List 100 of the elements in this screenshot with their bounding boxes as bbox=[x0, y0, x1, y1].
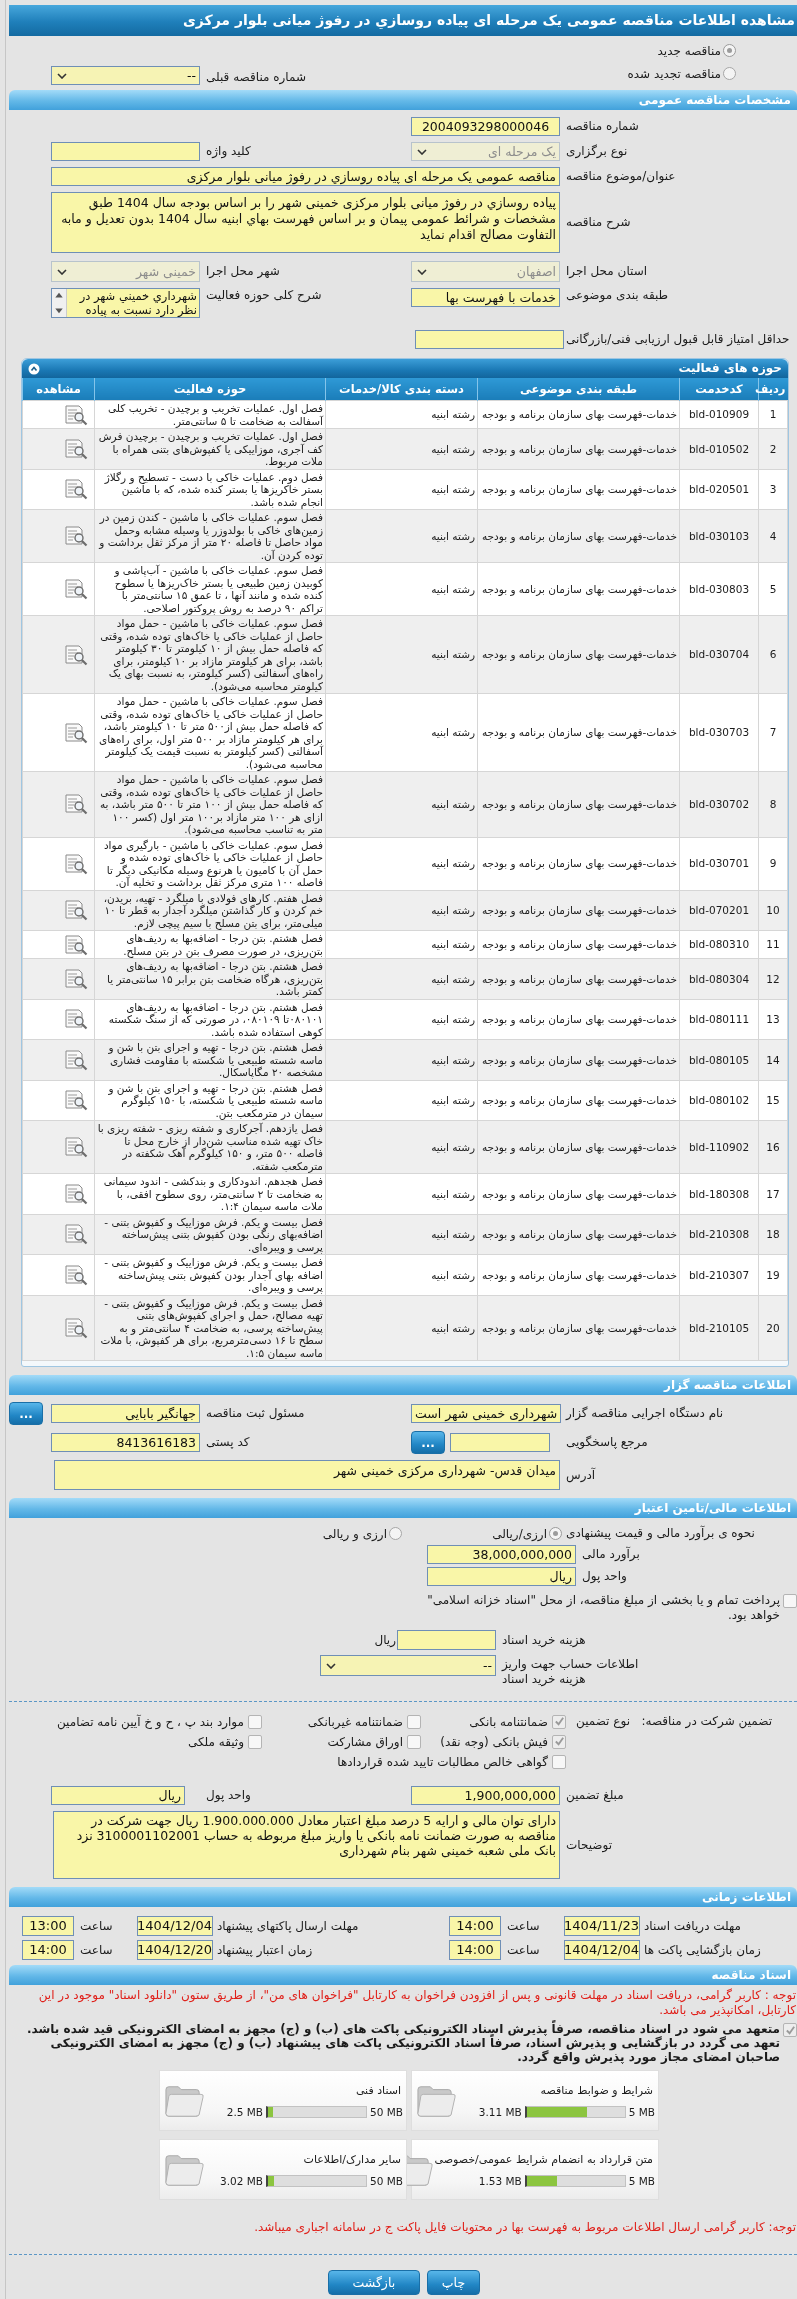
table-cell: bld-030103 bbox=[679, 509, 759, 563]
time-field[interactable]: 14:00 bbox=[449, 1940, 501, 1960]
table-cell: رشته ابنیه bbox=[325, 1173, 478, 1214]
checkbox[interactable] bbox=[552, 1734, 566, 1749]
input-field[interactable]: جهانگیر بابایی bbox=[51, 1404, 200, 1423]
input-field[interactable]: ریال bbox=[51, 1786, 185, 1805]
checkbox[interactable] bbox=[407, 1734, 421, 1749]
radio-button[interactable] bbox=[389, 1527, 402, 1540]
radio-button[interactable] bbox=[723, 44, 736, 57]
checkbox[interactable] bbox=[783, 2023, 797, 2037]
file-size: 1.53 MB bbox=[478, 2174, 522, 2187]
checkbox[interactable] bbox=[248, 1714, 262, 1729]
input-field[interactable] bbox=[415, 330, 564, 349]
table-cell: خدمات-فهرست بهای سازمان برنامه و بودجه bbox=[477, 615, 680, 694]
input-field[interactable]: 8413616183 bbox=[51, 1433, 200, 1452]
date-field[interactable]: 1404/12/20 bbox=[137, 1940, 213, 1960]
table-cell: 16 bbox=[758, 1120, 788, 1174]
field-label: مبلغ تضمین bbox=[565, 1788, 625, 1803]
document-magnifier-icon[interactable] bbox=[64, 1263, 88, 1286]
dropdown[interactable]: -- bbox=[320, 1655, 496, 1676]
input-field[interactable]: مناقصه عمومی یک مرحله ای پیاده روسازي در رفوژ میانی بلوار مرکزی bbox=[51, 167, 560, 186]
document-magnifier-icon[interactable] bbox=[64, 403, 88, 426]
field-label: طبقه بندی موضوعی bbox=[565, 288, 670, 303]
checkbox[interactable] bbox=[552, 1714, 566, 1729]
input-field[interactable]: شهرداری خمینی شهر است bbox=[411, 1404, 562, 1423]
document-magnifier-icon[interactable] bbox=[64, 1182, 88, 1205]
checkbox-label: ضمانتنامه غیربانکی bbox=[307, 1714, 403, 1729]
document-magnifier-icon[interactable] bbox=[64, 525, 88, 547]
table-cell: فصل اول. عملیات تخریب و برچیدن - برچیدن فرش کف آجری، موزاییکی یا کفپوش‌های بتنی همراه با ملات مربوط. bbox=[94, 428, 326, 469]
document-magnifier-icon[interactable] bbox=[64, 1223, 88, 1246]
table-cell: فصل دوم. عملیات خاکی با دست - تسطیح و رگلاژ بستر خاکریزها یا بستر کنده شده، که با ماشین انجام شده باشد. bbox=[94, 469, 326, 510]
table-cell: رشته ابنیه bbox=[325, 958, 478, 999]
date-field[interactable]: 1404/12/04 bbox=[564, 1940, 640, 1960]
table-cell: رشته ابنیه bbox=[325, 1214, 478, 1255]
text-area[interactable]: دارای توان مالی و ارایه 5 درصد مبلغ اعتبار معادل 1.900.000.000 ریال جهت شرکت در مناقصه به صورت ضمانت نامه بانکی یا واریز مبلغ مربوطه به حساب 3100001102001 نزد بانک ملی شعبه خمینی شهر بنام شهرداری bbox=[53, 1811, 560, 1879]
document-magnifier-icon[interactable] bbox=[64, 933, 88, 956]
checkbox[interactable] bbox=[248, 1734, 262, 1749]
table-cell: bld-010909 bbox=[679, 400, 759, 429]
text-area[interactable]: میدان قدس- شهرداری مرکزی خمینی شهر bbox=[54, 1460, 560, 1490]
column-header: مشاهده bbox=[22, 378, 95, 401]
collapse-icon[interactable] bbox=[28, 362, 40, 375]
back-button[interactable]: بازگشت bbox=[327, 2270, 420, 2295]
text-area[interactable]: پیاده روسازي در رفوژ میانی بلوار مرکزی خمینی شهر را بر اساس بودجه سال 1404 طبق مشخصات و شرائط عمومی پیمان و بر اساس فهرست بهاي ابنیه سال 1404 بدون تعدیل و مابه التفاوت مصالح اقدام نماید bbox=[51, 192, 560, 253]
field-label: نحوه ی برآورد مالی و قیمت پیشنهادی bbox=[565, 1526, 756, 1541]
file-size: 2.5 MB bbox=[226, 2105, 264, 2118]
table-cell: 13 bbox=[758, 999, 788, 1040]
table-cell: 2 bbox=[758, 428, 788, 469]
table-cell: خدمات-فهرست بهای سازمان برنامه و بودجه bbox=[477, 930, 680, 959]
document-magnifier-icon[interactable] bbox=[64, 967, 88, 990]
caret-icon bbox=[326, 1662, 336, 1669]
browse-button[interactable]: ... bbox=[411, 1431, 445, 1454]
field-label: شرح مناقصه bbox=[565, 215, 632, 230]
table-cell: 12 bbox=[758, 958, 788, 999]
document-magnifier-icon[interactable] bbox=[64, 478, 88, 501]
document-magnifier-icon[interactable] bbox=[64, 643, 88, 666]
table-cell: bld-030803 bbox=[679, 562, 759, 616]
document-magnifier-icon[interactable] bbox=[64, 1048, 88, 1071]
document-magnifier-icon[interactable] bbox=[64, 852, 88, 875]
date-field[interactable]: 1404/12/04 bbox=[137, 1916, 213, 1936]
size-limit: 5 MB bbox=[628, 2174, 655, 2187]
input-field[interactable]: 1,900,000,000 bbox=[411, 1786, 560, 1805]
table-cell: خدمات-فهرست بهای سازمان برنامه و بودجه bbox=[477, 1039, 680, 1080]
time-field[interactable]: 13:00 bbox=[22, 1916, 74, 1936]
document-magnifier-icon[interactable] bbox=[64, 578, 88, 600]
checkbox[interactable] bbox=[407, 1714, 421, 1729]
scrollbar[interactable] bbox=[52, 289, 67, 317]
document-magnifier-icon[interactable] bbox=[64, 1008, 88, 1031]
time-field[interactable]: 14:00 bbox=[449, 1916, 501, 1936]
document-magnifier-icon[interactable] bbox=[64, 437, 88, 460]
document-magnifier-icon[interactable] bbox=[64, 721, 88, 744]
input-field[interactable] bbox=[51, 142, 200, 161]
input-field[interactable]: ریال bbox=[427, 1567, 576, 1586]
checkbox[interactable] bbox=[783, 1594, 797, 1608]
date-field[interactable]: 1404/11/23 bbox=[564, 1916, 640, 1936]
text-area[interactable]: شهرداري خميني شهر در نظر دارد نسبت به پياده bbox=[51, 288, 200, 318]
document-magnifier-icon[interactable] bbox=[64, 793, 88, 816]
checkbox[interactable] bbox=[552, 1754, 566, 1769]
field-label: شرح کلی حوزه فعالیت bbox=[205, 288, 323, 303]
table-cell: رشته ابنیه bbox=[325, 890, 478, 931]
input-field[interactable]: 38,000,000,000 bbox=[427, 1545, 576, 1564]
document-magnifier-icon[interactable] bbox=[64, 1136, 88, 1158]
table-cell: رشته ابنیه bbox=[325, 693, 478, 772]
input-field[interactable] bbox=[450, 1433, 550, 1452]
dropdown[interactable]: -- bbox=[51, 66, 200, 85]
table-cell: 14 bbox=[758, 1039, 788, 1080]
document-magnifier-icon[interactable] bbox=[64, 1089, 88, 1112]
input-field[interactable]: خدمات با فهرست بها bbox=[411, 288, 560, 307]
input-field[interactable]: 2004093298000046 bbox=[411, 117, 560, 136]
browse-button[interactable]: ... bbox=[9, 1402, 43, 1425]
time-field[interactable]: 14:00 bbox=[22, 1940, 74, 1960]
field-label: ساعت bbox=[79, 1943, 114, 1957]
table-cell: 19 bbox=[758, 1254, 788, 1295]
document-magnifier-icon[interactable] bbox=[64, 899, 88, 922]
radio-button[interactable] bbox=[549, 1527, 562, 1540]
document-title: متن قرارداد به انضمام شرایط عمومی/خصوصی bbox=[434, 2152, 654, 2166]
radio-button[interactable] bbox=[723, 67, 736, 80]
table-cell: 17 bbox=[758, 1173, 788, 1214]
print-button[interactable]: چاپ bbox=[426, 2270, 481, 2295]
input-field[interactable] bbox=[397, 1630, 496, 1650]
document-magnifier-icon[interactable] bbox=[64, 1316, 88, 1339]
